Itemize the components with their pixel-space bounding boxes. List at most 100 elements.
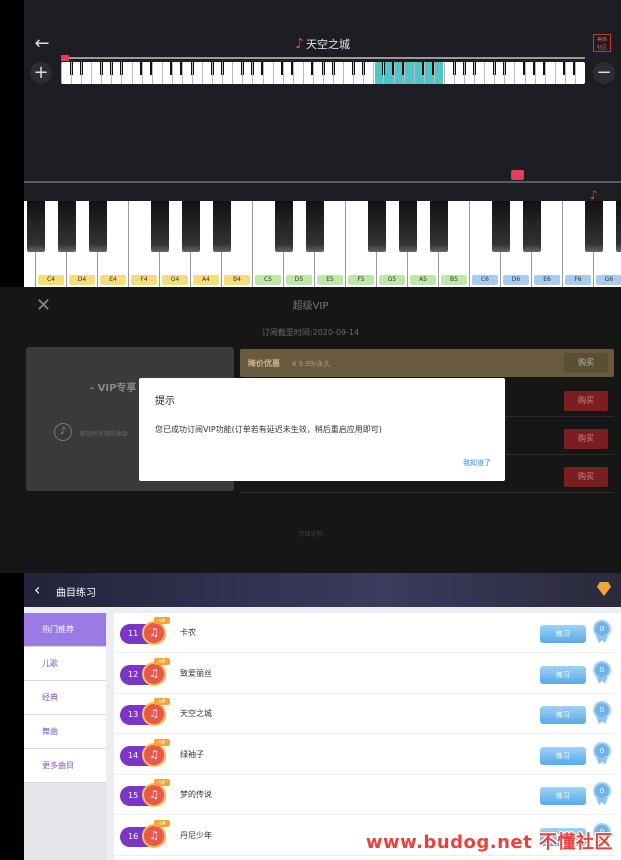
black-key[interactable] [368, 201, 386, 252]
mini-white-key-divider [71, 62, 73, 84]
mini-white-key-divider [564, 62, 566, 84]
zoom-out-button[interactable]: − [593, 62, 615, 84]
key-label: D5 [286, 275, 312, 285]
progress-knob[interactable] [61, 55, 69, 61]
dialog-ok-button[interactable]: 我知道了 [463, 458, 491, 468]
song-row[interactable]: 13 ♫ VIP 天空之城 练习 0 [114, 694, 614, 734]
mini-white-key-divider [383, 62, 385, 84]
practice-header: ‹ 曲目练习 [24, 573, 621, 607]
music-note-icon: ♫ [142, 783, 166, 807]
alert-dialog: 提示 您已成功订阅VIP功能(订单若有延迟未生效，稍后重启应用即可) 我知道了 [139, 378, 505, 481]
mini-white-key-divider [514, 62, 516, 84]
mini-white-key-divider [202, 62, 204, 84]
medal-ribbon-icon [596, 757, 608, 765]
key-label: G4 [162, 275, 188, 285]
diamond-icon[interactable] [597, 582, 611, 596]
key-label: E5 [317, 275, 343, 285]
screen: ← ♪ 天空之城 美西 社区 + − ♪ C4 D4 E4 F4 G4 A4 B4 C5 D5 E5… [0, 0, 621, 860]
category-classic[interactable]: 经典 [24, 681, 106, 715]
mini-white-key-divider [343, 62, 345, 84]
song-row[interactable]: 12 ♫ VIP 致爱丽丝 练习 0 [114, 654, 614, 694]
medal-icon: 0 [593, 741, 611, 760]
mini-white-key-divider [373, 62, 375, 84]
mini-white-key-divider [282, 62, 284, 84]
playback-progress[interactable] [61, 55, 585, 61]
back-chevron-icon[interactable]: ‹ [34, 580, 40, 599]
mini-white-key-divider [121, 62, 123, 84]
black-key[interactable] [58, 201, 76, 252]
practice-button[interactable]: 练习 [540, 746, 586, 765]
practice-button[interactable]: 练习 [540, 665, 586, 684]
black-key[interactable] [523, 201, 541, 252]
song-row[interactable]: 14 ♫ VIP 绿袖子 练习 0 [114, 735, 614, 775]
key-label: D4 [69, 275, 95, 285]
practice-button[interactable]: 练习 [540, 706, 586, 724]
mini-white-key-divider [131, 62, 133, 84]
subscription-notes[interactable]: - 订阅说明 - [0, 529, 621, 538]
medal-ribbon-icon [596, 636, 608, 643]
buy-button[interactable]: 购买 [564, 353, 608, 373]
vip-badge: VIP [154, 819, 170, 827]
black-key[interactable] [399, 201, 417, 252]
zoom-in-button[interactable]: + [30, 62, 52, 84]
category-sidebar: 热门推荐 儿歌 经典 舞曲 更多曲目 [24, 613, 106, 860]
black-key[interactable] [89, 201, 107, 252]
mini-white-key-divider [484, 62, 486, 84]
category-kids[interactable]: 儿歌 [24, 647, 106, 681]
music-note-icon: ♫ [142, 823, 166, 848]
key-label: G6 [596, 275, 621, 285]
mini-white-key-divider [443, 62, 445, 84]
key-label: B5 [441, 275, 467, 285]
keyboard-overview[interactable] [61, 62, 585, 84]
mini-white-key-divider [292, 62, 294, 84]
mini-white-key-divider [262, 62, 264, 84]
mini-white-key-divider [232, 62, 234, 84]
music-note-icon: ♫ [142, 742, 166, 767]
black-key[interactable] [585, 201, 603, 252]
black-key[interactable] [430, 201, 448, 252]
practice-button[interactable]: 练习 [540, 787, 586, 805]
watermark: www.budog.net 不懂社区 [365, 832, 613, 853]
music-note-icon: ♪ [590, 188, 598, 202]
black-key[interactable] [151, 201, 169, 252]
key-label: B4 [224, 275, 250, 285]
medal-icon: 0 [593, 701, 611, 719]
buy-button[interactable]: 购买 [564, 467, 608, 487]
mini-white-key-divider [222, 62, 224, 84]
song-name: 丹尼少年 [180, 830, 212, 840]
black-key[interactable] [27, 201, 45, 252]
mini-white-key-divider [494, 62, 496, 84]
song-list: 11 ♫ VIP 卡农 练习 0 12 ♫ VIP 致爱丽丝 练习 0 13 ♫ VIP 天空之城 练习 0 14 ♫… [114, 613, 621, 860]
medal-ribbon-icon [596, 798, 608, 805]
black-key[interactable] [213, 201, 231, 252]
category-hot[interactable]: 热门推荐 [24, 613, 106, 647]
black-key[interactable] [306, 201, 324, 252]
song-name: 天空之城 [180, 709, 212, 718]
mini-white-key-divider [181, 62, 183, 84]
black-key[interactable] [616, 201, 621, 252]
practice-title: 曲目练习 [56, 588, 96, 599]
song-row[interactable]: 11 ♫ VIP 卡农 练习 0 [114, 613, 614, 653]
practice-button[interactable]: 练习 [540, 625, 586, 643]
mini-white-key-divider [433, 62, 435, 84]
corner-tag[interactable]: 美西 社区 [593, 34, 611, 52]
black-key[interactable] [182, 201, 200, 252]
mini-white-key-divider [171, 62, 173, 84]
key-label: F4 [131, 275, 157, 285]
song-title-text: 天空之城 [305, 38, 350, 51]
buy-button[interactable]: 购买 [564, 429, 608, 449]
song-row[interactable]: 15 ♫ VIP 梦的传说 练习 0 [114, 775, 614, 815]
black-key[interactable] [275, 201, 293, 252]
black-key[interactable] [492, 201, 510, 252]
mini-white-key-divider [312, 62, 314, 84]
category-dance[interactable]: 舞曲 [24, 715, 106, 749]
song-name: 梦的传说 [180, 790, 212, 799]
buy-button[interactable]: 购买 [564, 391, 608, 411]
piano-keyboard[interactable]: C4 D4 E4 F4 G4 A4 B4 C5 D5 E5 F5 G5 A5 B5 C6 D6 E6 F6 G6 [24, 201, 621, 287]
mini-white-key-divider [393, 62, 395, 84]
promo-plan: 降价优惠 ¥ 9.99/永久 购买 [240, 349, 614, 377]
music-note-icon: ♪ [54, 423, 72, 441]
medal-ribbon-icon [596, 717, 608, 724]
category-more[interactable]: 更多曲目 [24, 749, 106, 783]
vip-card-title: - VIP专享 - [90, 383, 145, 394]
